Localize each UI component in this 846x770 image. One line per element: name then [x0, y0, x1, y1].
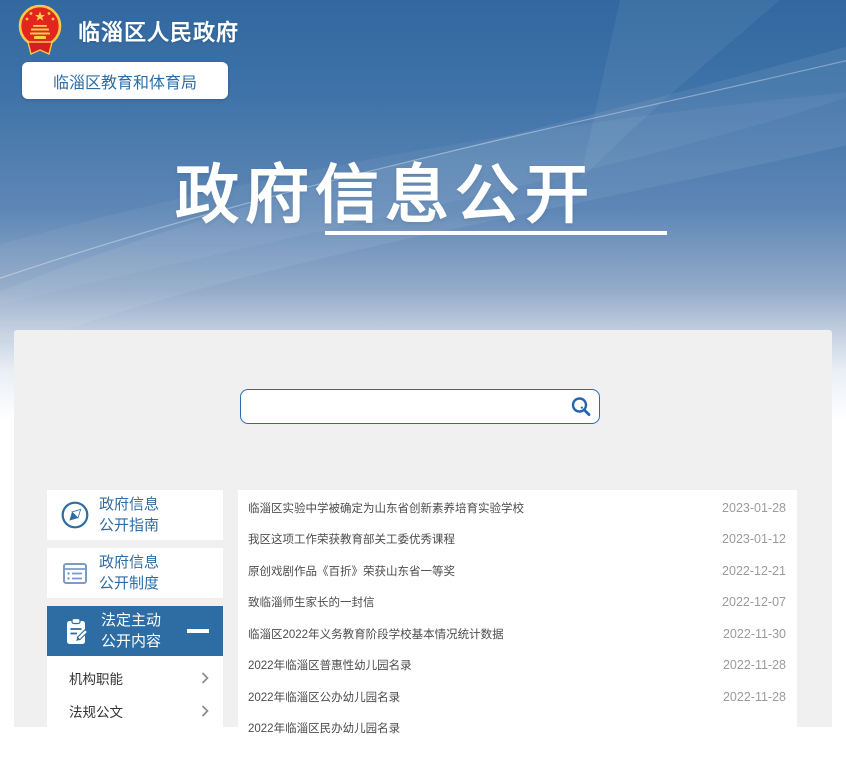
- page-title: 政府信息公开: [0, 144, 770, 236]
- news-row: 原创戏剧作品《百折》荣获山东省一等奖 2022-12-21: [238, 555, 797, 587]
- subitem-label: 法规公文: [69, 701, 123, 721]
- subitem-label: 机构职能: [69, 668, 123, 688]
- news-date: 2022-12-21: [722, 564, 786, 578]
- title-underline: [325, 231, 667, 235]
- sidebar-item-label: 法定主动 公开内容: [101, 610, 161, 652]
- news-title-link[interactable]: 2022年临淄区普惠性幼儿园名录: [248, 657, 412, 673]
- national-emblem-logo: [16, 3, 64, 56]
- news-title-link[interactable]: 2022年临淄区民办幼儿园名录: [248, 720, 400, 736]
- news-title-link[interactable]: 临淄区2022年义务教育阶段学校基本情况统计数据: [248, 626, 504, 642]
- chevron-right-icon: [201, 672, 209, 684]
- news-list: 临淄区实验中学被确定为山东省创新素养培育实验学校 2023-01-28 我区这项…: [238, 490, 797, 770]
- news-title-link[interactable]: 致临淄师生家长的一封信: [248, 594, 375, 610]
- news-date: 2022-11-28: [723, 658, 786, 672]
- news-row: 我区这项工作荣获教育部关工委优秀课程 2023-01-12: [238, 524, 797, 556]
- news-row: 2022年临淄区民办幼儿园名录: [238, 713, 797, 745]
- chevron-right-icon: [201, 705, 209, 717]
- department-button-label: 临淄区教育和体育局: [53, 69, 197, 93]
- news-row: 临淄区实验中学被确定为山东省创新素养培育实验学校 2023-01-28: [238, 492, 797, 524]
- sidebar-item-disclosure-system[interactable]: 政府信息 公开制度: [47, 548, 223, 598]
- department-button[interactable]: 临淄区教育和体育局: [22, 62, 228, 99]
- sidebar-item-label: 政府信息 公开制度: [99, 552, 159, 594]
- search-icon: [569, 395, 593, 419]
- search-input[interactable]: [241, 390, 563, 423]
- news-date: 2023-01-12: [722, 532, 786, 546]
- news-title-link[interactable]: 原创戏剧作品《百折》荣获山东省一等奖: [248, 563, 455, 579]
- news-date: 2023-01-28: [722, 501, 786, 515]
- compass-icon: [60, 500, 90, 530]
- news-title-link[interactable]: 我区这项工作荣获教育部关工委优秀课程: [248, 531, 455, 547]
- sidebar-item-statutory-disclosure[interactable]: 法定主动 公开内容: [47, 606, 223, 656]
- news-date: 2022-11-30: [723, 627, 786, 641]
- news-row: 致临淄师生家长的一封信 2022-12-07: [238, 587, 797, 619]
- news-title-link[interactable]: 2022年临淄区公办幼儿园名录: [248, 689, 400, 705]
- search-bar: [240, 389, 600, 424]
- search-button[interactable]: [563, 390, 599, 423]
- clipboard-pen-icon: [60, 615, 92, 647]
- site-title: 临淄区人民政府: [78, 15, 239, 47]
- collapse-minus-icon: [187, 629, 209, 633]
- sidebar-item-label: 政府信息 公开指南: [99, 494, 159, 536]
- sidebar-subitem-regulations[interactable]: 法规公文: [47, 694, 223, 727]
- news-date: 2022-12-07: [722, 595, 786, 609]
- sidebar-item-disclosure-guide[interactable]: 政府信息 公开指南: [47, 490, 223, 540]
- news-row: 2022年临淄区普惠性幼儿园名录 2022-11-28: [238, 650, 797, 682]
- news-date: 2022-11-28: [723, 690, 786, 704]
- news-row: 2022年临淄区公办幼儿园名录 2022-11-28: [238, 681, 797, 713]
- news-title-link[interactable]: 临淄区实验中学被确定为山东省创新素养培育实验学校: [248, 500, 524, 516]
- news-row: 临淄区2022年义务教育阶段学校基本情况统计数据 2022-11-30: [238, 618, 797, 650]
- sidebar-subitem-org-functions[interactable]: 机构职能: [47, 661, 223, 694]
- document-lines-icon: [60, 558, 90, 588]
- sidebar-submenu: 机构职能 法规公文: [47, 656, 223, 756]
